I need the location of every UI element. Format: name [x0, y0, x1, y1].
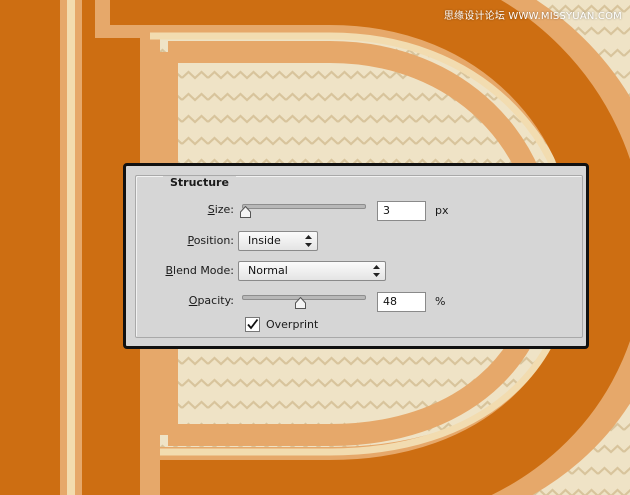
blend-mode-label-rest: lend Mode:	[173, 264, 234, 277]
size-input[interactable]: 3	[377, 201, 426, 221]
size-label: Size:	[136, 203, 234, 217]
size-slider-track[interactable]	[242, 204, 366, 209]
position-label: Position:	[136, 234, 234, 248]
position-label-rest: osition:	[193, 234, 234, 247]
overprint-label: Overprint	[266, 318, 319, 331]
size-slider-thumb[interactable]	[240, 206, 251, 218]
opacity-label-rest: pacity:	[197, 294, 234, 307]
size-label-rest: ize:	[214, 203, 234, 216]
overprint-checkbox[interactable]	[245, 317, 260, 332]
select-arrows-icon	[373, 265, 380, 277]
blend-mode-label-accel: B	[165, 264, 174, 277]
blend-mode-select[interactable]: Normal	[238, 261, 386, 281]
position-select[interactable]: Inside	[238, 231, 318, 251]
blend-mode-select-value: Normal	[248, 264, 288, 277]
size-label-accel: S	[207, 203, 215, 216]
size-unit: px	[435, 204, 449, 217]
opacity-slider-thumb[interactable]	[295, 297, 306, 309]
select-arrows-icon	[305, 235, 312, 247]
blend-mode-label: Blend Mode:	[136, 264, 235, 278]
structure-group: Structure Size: 3 px Position: Inside Bl…	[135, 175, 583, 338]
opacity-label: Opacity:	[136, 294, 234, 308]
opacity-input[interactable]: 48	[377, 292, 426, 312]
stroke-structure-panel: Structure Size: 3 px Position: Inside Bl…	[123, 163, 589, 349]
section-title: Structure	[163, 176, 236, 190]
opacity-unit: %	[435, 295, 446, 308]
checkmark-icon	[247, 318, 259, 330]
position-select-value: Inside	[248, 234, 281, 247]
watermark-text: 思缘设计论坛 WWW.MISSYUAN.COM	[443, 11, 622, 22]
